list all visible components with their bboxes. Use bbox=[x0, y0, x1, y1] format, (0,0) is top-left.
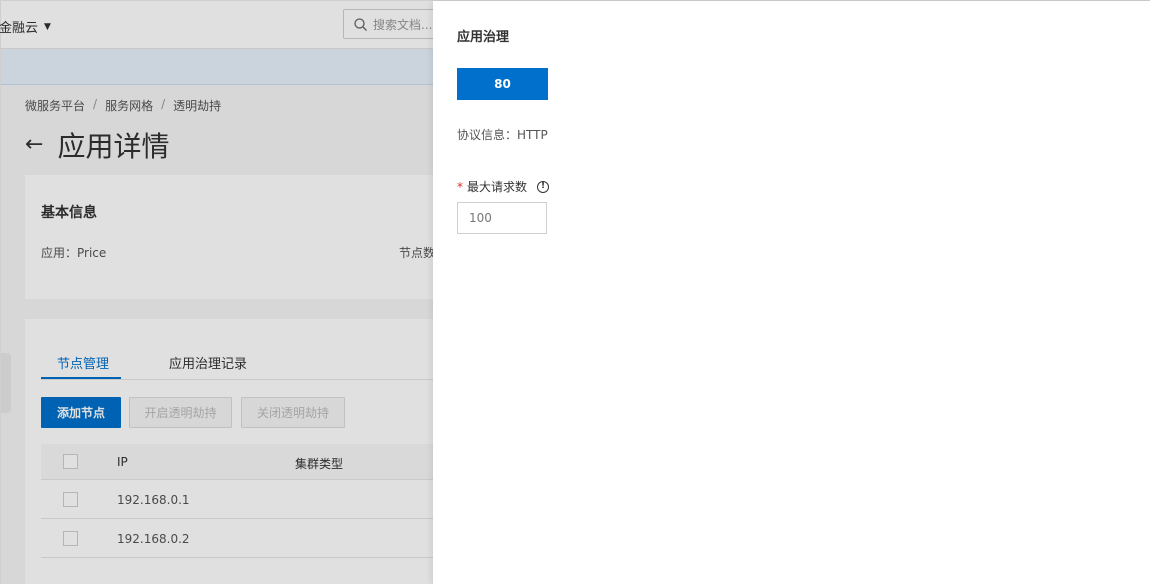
max-requests-label-text: 最大请求数 bbox=[467, 180, 528, 194]
info-icon[interactable]: ! bbox=[537, 180, 550, 193]
max-requests-input[interactable] bbox=[457, 202, 547, 234]
protocol-info: 协议信息：HTTP bbox=[457, 128, 548, 142]
max-requests-label: * 最大请求数 ! bbox=[457, 178, 550, 195]
governance-drawer: 应用治理 80 协议信息：HTTP * 最大请求数 ! bbox=[433, 1, 1150, 584]
required-asterisk: * bbox=[457, 179, 463, 194]
drawer-title: 应用治理 bbox=[457, 30, 510, 45]
port-tab-80[interactable]: 80 bbox=[457, 68, 548, 100]
